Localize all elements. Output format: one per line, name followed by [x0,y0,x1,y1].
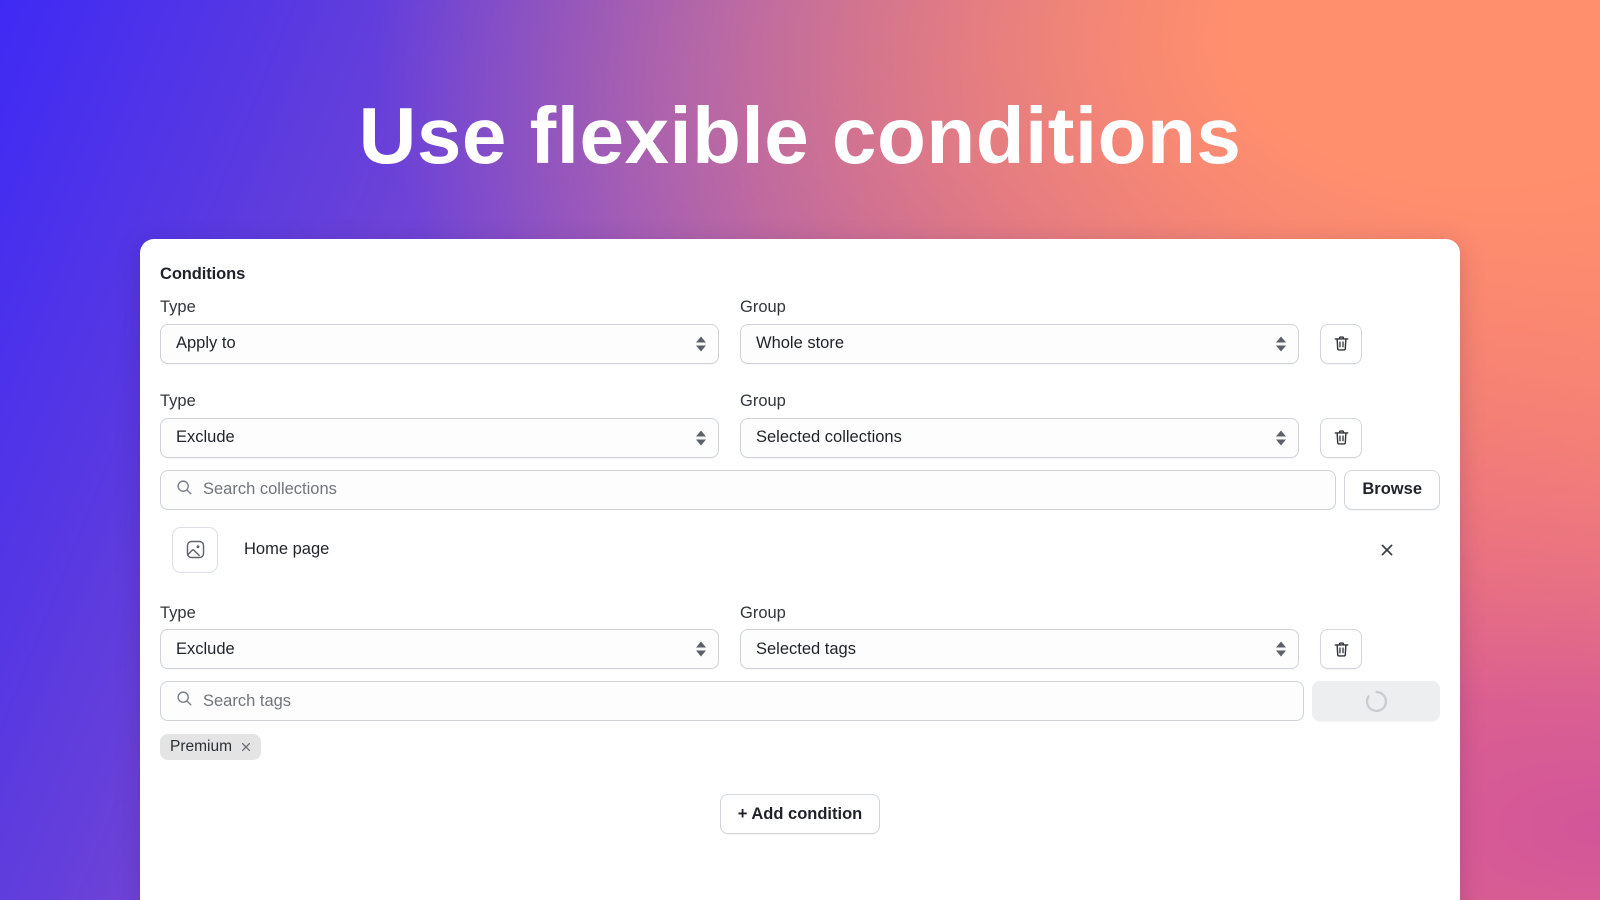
group-select-value-2: Selected collections [756,428,902,447]
type-select-2[interactable]: Exclude [160,417,719,458]
type-field-1: Type Apply to [160,298,719,364]
tag-chip-label: Premium [170,738,233,756]
group-field-2: Group Selected collections [740,392,1299,458]
card-footer: + Add condition [160,794,1440,835]
type-field-2: Type Exclude [160,392,719,458]
browse-collections-button[interactable]: Browse [1344,469,1440,510]
type-label-1: Type [160,298,196,316]
delete-condition-button-3[interactable] [1320,629,1362,670]
group-select-1[interactable]: Whole store [740,323,1299,364]
trash-icon [1334,336,1348,351]
search-tags-input-text: Search tags [203,691,292,710]
collection-thumbnail [172,526,218,573]
search-collections-input-text: Search collections [203,480,337,499]
tags-search-row: Search tags [160,681,1440,722]
type-label-2: Type [160,391,196,410]
remove-collection-button[interactable] [1374,537,1400,563]
type-select-1[interactable]: Apply to [160,323,719,364]
browse-tags-button-loading [1312,681,1440,722]
condition-row-2: Type Exclude Group Selected collections [160,392,1440,576]
group-select-3[interactable]: Selected tags [740,629,1299,670]
tag-chip: Premium [160,734,262,761]
remove-tag-button[interactable] [240,741,252,753]
chevron-up-down-icon [696,336,706,352]
type-select-value-1: Apply to [176,334,236,353]
conditions-card: Conditions Type Apply to Group Whole sto… [140,239,1460,900]
group-select-value-3: Selected tags [756,639,856,658]
close-icon [241,743,251,752]
type-field-3: Type Exclude [160,604,719,670]
spinner-icon [1365,690,1387,712]
image-placeholder-icon [186,540,204,559]
chevron-up-down-icon [1276,641,1286,657]
chevron-up-down-icon [696,641,706,657]
chevron-up-down-icon [696,430,706,446]
group-field-3: Group Selected tags [740,604,1299,670]
type-label-3: Type [160,603,196,622]
trash-icon [1334,430,1348,445]
type-select-value-3: Exclude [176,639,235,658]
type-select-value-2: Exclude [176,428,235,447]
group-field-1: Group Whole store [740,298,1299,364]
condition-row-1: Type Apply to Group Whole store [160,298,1440,364]
chevron-up-down-icon [1276,336,1286,352]
collection-item-label: Home page [244,540,330,559]
trash-icon [1334,642,1348,657]
group-select-value-1: Whole store [756,334,845,353]
group-label-1: Group [740,298,786,316]
type-select-3[interactable]: Exclude [160,629,719,670]
chevron-up-down-icon [1276,430,1286,446]
card-title: Conditions [160,265,246,283]
selected-collection-item: Home page [160,524,1440,576]
page-title: Use flexible conditions [358,91,1242,180]
delete-condition-button-2[interactable] [1320,417,1362,458]
selected-tags-list: Premium [160,734,1440,761]
add-condition-button[interactable]: + Add condition [719,794,881,835]
group-select-2[interactable]: Selected collections [740,417,1299,458]
group-label-2: Group [740,391,786,410]
search-icon [175,689,194,713]
delete-condition-button-1[interactable] [1320,323,1362,364]
search-collections-field[interactable]: Search collections [160,469,1337,510]
condition-row-3: Type Exclude Group Selected tags Search … [160,604,1440,761]
collections-search-row: Search collections Browse [160,469,1440,510]
close-icon [1381,544,1393,556]
search-tags-field[interactable]: Search tags [160,681,1304,722]
group-label-3: Group [740,603,786,622]
search-icon [175,478,194,502]
